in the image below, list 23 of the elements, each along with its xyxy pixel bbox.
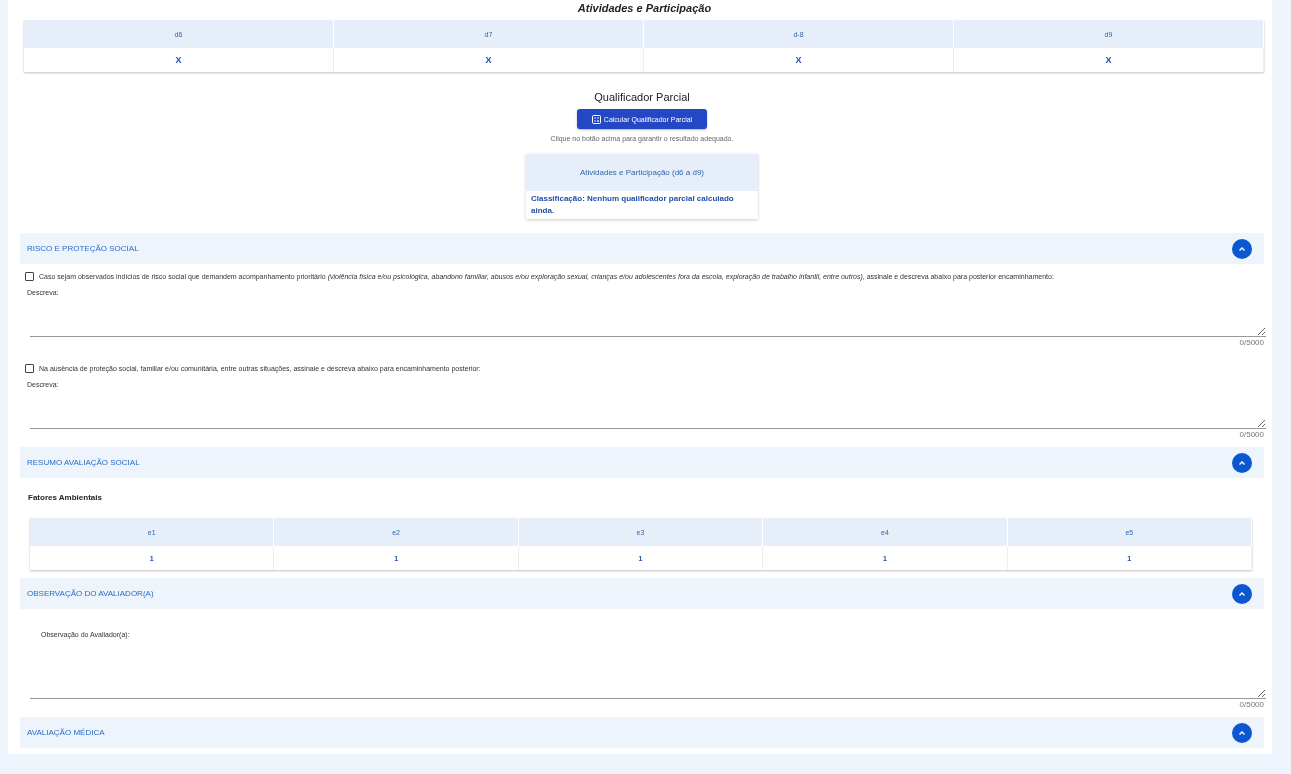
section-title: RESUMO AVALIAÇÃO SOCIAL	[27, 458, 140, 467]
checkbox[interactable]	[25, 272, 34, 281]
section-title: Atividades e Participação	[576, 1, 713, 16]
calculator-icon	[591, 114, 601, 124]
result-card-title: Atividades e Participação (d6 a d9)	[526, 154, 758, 191]
table-cell: X	[334, 48, 644, 72]
section-title: RISCO E PROTEÇÃO SOCIAL	[27, 244, 139, 253]
classification-text: Classificação: Nenhum qualificador parcial calculado ainda.	[530, 193, 735, 217]
character-counter: 0/5000	[1238, 430, 1264, 439]
character-counter: 0/5000	[1238, 338, 1264, 347]
section-title: OBSERVAÇÃO DO AVALIADOR(A)	[27, 589, 154, 598]
table-cell: X	[954, 48, 1264, 72]
section-title: AVALIAÇÃO MÉDICA	[27, 728, 105, 737]
table-cell: X	[24, 48, 334, 72]
character-counter: 0/5000	[1238, 700, 1264, 709]
collapse-button[interactable]	[1232, 238, 1252, 259]
collapse-button[interactable]	[1232, 583, 1252, 604]
partial-title: Qualificador Parcial	[594, 91, 690, 103]
table-cell: X	[644, 48, 954, 72]
subsection-title: Fatores Ambientais	[28, 493, 103, 502]
collapse-button[interactable]	[1232, 722, 1252, 743]
checkbox[interactable]	[25, 364, 34, 373]
collapse-button[interactable]	[1232, 452, 1252, 473]
